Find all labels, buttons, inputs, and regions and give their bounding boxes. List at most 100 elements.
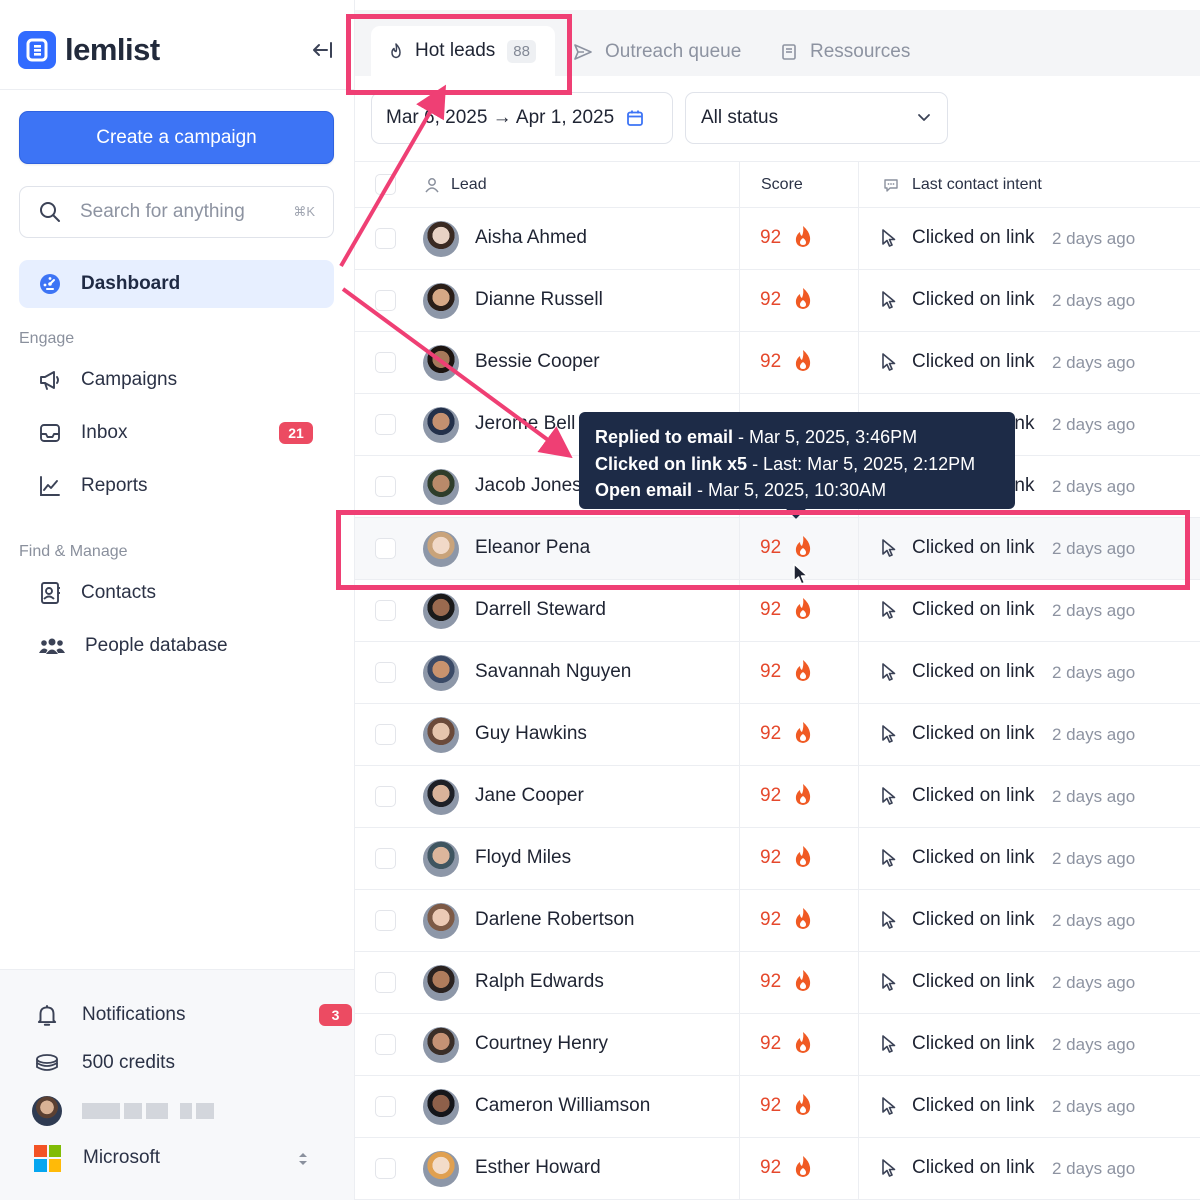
chat-bubble-icon xyxy=(884,179,898,192)
notifications-item[interactable]: Notifications 3 xyxy=(34,997,352,1033)
lead-name[interactable]: Esther Howard xyxy=(475,1157,601,1179)
last-contact-intent: Clicked on link xyxy=(912,289,1035,310)
sidebar-item-reports[interactable]: Reports xyxy=(19,464,334,508)
row-checkbox[interactable] xyxy=(375,414,396,435)
table-row[interactable]: Courtney Henry 92 Clicked on link 2 days ag… xyxy=(355,1014,1200,1076)
inbox-count-badge: 21 xyxy=(279,422,313,444)
search-shortcut: ⌘K xyxy=(293,204,315,219)
sidebar-divider xyxy=(0,89,354,90)
lead-name[interactable]: Aisha Ahmed xyxy=(475,227,587,249)
table-row[interactable]: Ralph Edwards 92 Clicked on link 2 days ago xyxy=(355,952,1200,1014)
table-row[interactable]: Darrell Steward 92 Clicked on link 2 days a… xyxy=(355,580,1200,642)
bell-icon xyxy=(37,1005,57,1026)
tab-hot-leads[interactable]: Hot leads 88 xyxy=(371,26,555,76)
avatar xyxy=(423,965,459,1001)
avatar xyxy=(423,903,459,939)
lead-score: 92 xyxy=(760,723,782,744)
lead-name[interactable]: Floyd Miles xyxy=(475,847,571,869)
avatar xyxy=(423,593,459,629)
row-checkbox[interactable] xyxy=(375,538,396,559)
intent-time-ago: 2 days ago xyxy=(1052,229,1136,248)
table-row[interactable]: Esther Howard 92 Clicked on link 2 days ago xyxy=(355,1138,1200,1200)
brand[interactable]: lemlist xyxy=(18,30,160,70)
row-checkbox[interactable] xyxy=(375,910,396,931)
table-row[interactable]: Eleanor Pena 92 Clicked on link 2 days ago xyxy=(355,518,1200,580)
row-checkbox[interactable] xyxy=(375,600,396,621)
row-checkbox[interactable] xyxy=(375,1034,396,1055)
tab-bar: Hot leads 88 Outreach queue Ressources xyxy=(355,10,1200,76)
avatar xyxy=(423,221,459,257)
workspace-switcher[interactable]: Microsoft xyxy=(34,1140,334,1176)
tab-ressources[interactable]: Ressources xyxy=(780,28,910,76)
sidebar-item-contacts[interactable]: Contacts xyxy=(19,571,334,615)
collapse-sidebar-button[interactable] xyxy=(308,36,338,64)
status-filter-select[interactable]: All status xyxy=(685,92,948,144)
date-range-value: Mar 6, 2025 → Apr 1, 2025 xyxy=(386,107,615,128)
row-checkbox[interactable] xyxy=(375,786,396,807)
avatar xyxy=(423,655,459,691)
search-box[interactable]: ⌘K xyxy=(19,186,334,238)
cursor-click-icon xyxy=(882,787,896,805)
row-checkbox[interactable] xyxy=(375,724,396,745)
chevron-up-down-icon xyxy=(299,1153,307,1165)
tab-label: Ressources xyxy=(810,41,911,62)
lead-name[interactable]: Savannah Nguyen xyxy=(475,661,631,683)
lead-name[interactable]: Guy Hawkins xyxy=(475,723,587,745)
row-checkbox[interactable] xyxy=(375,972,396,993)
notifications-count-badge: 3 xyxy=(319,1004,352,1026)
table-row[interactable]: Cameron Williamson 92 Clicked on link 2 day… xyxy=(355,1076,1200,1138)
last-contact-intent: Clicked on link xyxy=(912,661,1035,682)
fire-icon xyxy=(795,908,811,929)
user-profile-item[interactable] xyxy=(32,1093,332,1129)
lead-name[interactable]: Ralph Edwards xyxy=(475,971,604,993)
lead-name[interactable]: Darlene Robertson xyxy=(475,909,634,931)
row-checkbox[interactable] xyxy=(375,1096,396,1117)
sidebar-item-people-database[interactable]: People database xyxy=(19,624,334,668)
lead-name[interactable]: Jane Cooper xyxy=(475,785,584,807)
sidebar-item-campaigns[interactable]: Campaigns xyxy=(19,358,334,402)
table-row[interactable]: Dianne Russell 92 Clicked on link 2 days ag… xyxy=(355,270,1200,332)
column-header-lead[interactable]: Lead xyxy=(423,162,487,208)
table-row[interactable]: Savannah Nguyen 92 Clicked on link 2 days a… xyxy=(355,642,1200,704)
lead-name[interactable]: Jacob Jones xyxy=(475,475,582,497)
lead-name[interactable]: Dianne Russell xyxy=(475,289,603,311)
last-contact-intent: Clicked on link xyxy=(912,351,1035,372)
notifications-label: Notifications xyxy=(82,1004,186,1025)
column-header-intent[interactable]: Last contact intent xyxy=(882,162,1042,208)
create-campaign-button[interactable]: Create a campaign xyxy=(19,111,334,164)
lead-name[interactable]: Eleanor Pena xyxy=(475,537,590,559)
row-checkbox[interactable] xyxy=(375,290,396,311)
avatar xyxy=(423,407,459,443)
lead-name[interactable]: Courtney Henry xyxy=(475,1033,608,1055)
table-row[interactable]: Aisha Ahmed 92 Clicked on link 2 days ago xyxy=(355,208,1200,270)
lead-name[interactable]: Jerome Bell xyxy=(475,413,575,435)
sidebar-item-inbox[interactable]: Inbox 21 xyxy=(19,411,334,455)
lead-name[interactable]: Darrell Steward xyxy=(475,599,606,621)
last-contact-intent: Clicked on link xyxy=(912,909,1035,930)
date-range-filter[interactable]: Mar 6, 2025 → Apr 1, 2025 xyxy=(371,92,673,144)
row-checkbox[interactable] xyxy=(375,848,396,869)
table-row[interactable]: Guy Hawkins 92 Clicked on link 2 days ago xyxy=(355,704,1200,766)
column-header-score[interactable]: Score xyxy=(761,162,803,208)
tab-outreach-queue[interactable]: Outreach queue xyxy=(573,28,741,76)
row-checkbox[interactable] xyxy=(375,352,396,373)
lead-score: 92 xyxy=(760,1095,782,1116)
table-row[interactable]: Floyd Miles 92 Clicked on link 2 days ago xyxy=(355,828,1200,890)
intent-time-ago: 2 days ago xyxy=(1052,1159,1136,1178)
select-all-checkbox[interactable] xyxy=(375,174,396,195)
lead-name[interactable]: Cameron Williamson xyxy=(475,1095,650,1117)
intent-history-tooltip: Replied to email - Mar 5, 2025, 3:46PM C… xyxy=(579,412,1015,519)
search-input[interactable] xyxy=(80,201,280,223)
row-checkbox[interactable] xyxy=(375,662,396,683)
cursor-click-icon xyxy=(882,849,896,867)
table-row[interactable]: Darlene Robertson 92 Clicked on link 2 days… xyxy=(355,890,1200,952)
lead-name[interactable]: Bessie Cooper xyxy=(475,351,600,373)
row-checkbox[interactable] xyxy=(375,228,396,249)
row-checkbox[interactable] xyxy=(375,476,396,497)
credits-item[interactable]: 500 credits xyxy=(34,1045,334,1081)
table-row[interactable]: Bessie Cooper 92 Clicked on link 2 days ago xyxy=(355,332,1200,394)
table-row[interactable]: Jane Cooper 92 Clicked on link 2 days ago xyxy=(355,766,1200,828)
sidebar-item-dashboard[interactable]: Dashboard xyxy=(19,260,334,308)
row-checkbox[interactable] xyxy=(375,1158,396,1179)
lead-score: 92 xyxy=(760,971,782,992)
